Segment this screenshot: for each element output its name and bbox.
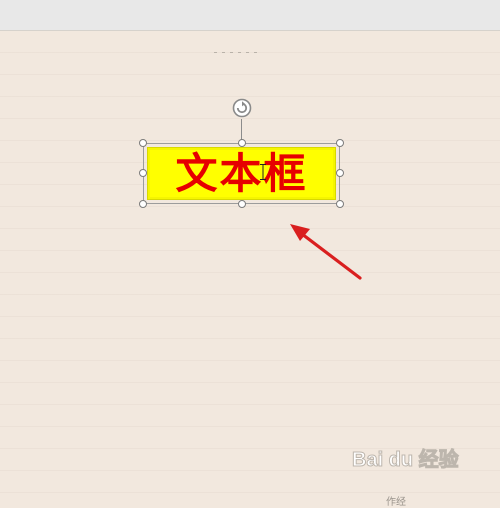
resize-handle-middle-right[interactable] bbox=[336, 169, 344, 177]
text-cursor-icon bbox=[260, 164, 266, 180]
svg-text:Bai du 经验: Bai du 经验 bbox=[352, 447, 459, 471]
resize-handle-bottom-center[interactable] bbox=[238, 200, 246, 208]
red-arrow-annotation bbox=[290, 224, 362, 280]
resize-handle-bottom-left[interactable] bbox=[139, 200, 147, 208]
baidu-jingyan-logo: Bai du 经验 bbox=[352, 447, 460, 472]
textbox-label[interactable]: 文本框 bbox=[144, 144, 339, 203]
top-toolbar-strip bbox=[0, 0, 500, 31]
resize-handle-middle-left[interactable] bbox=[139, 169, 147, 177]
resize-handle-top-left[interactable] bbox=[139, 139, 147, 147]
selected-textbox[interactable]: 文本框 bbox=[143, 143, 340, 204]
resize-handle-top-right[interactable] bbox=[336, 139, 344, 147]
rotate-handle-icon[interactable] bbox=[231, 97, 253, 119]
resize-handle-bottom-right[interactable] bbox=[336, 200, 344, 208]
page-marker bbox=[214, 52, 260, 54]
resize-handle-top-center[interactable] bbox=[238, 139, 246, 147]
watermark-footer-text: 作经 bbox=[386, 497, 406, 508]
